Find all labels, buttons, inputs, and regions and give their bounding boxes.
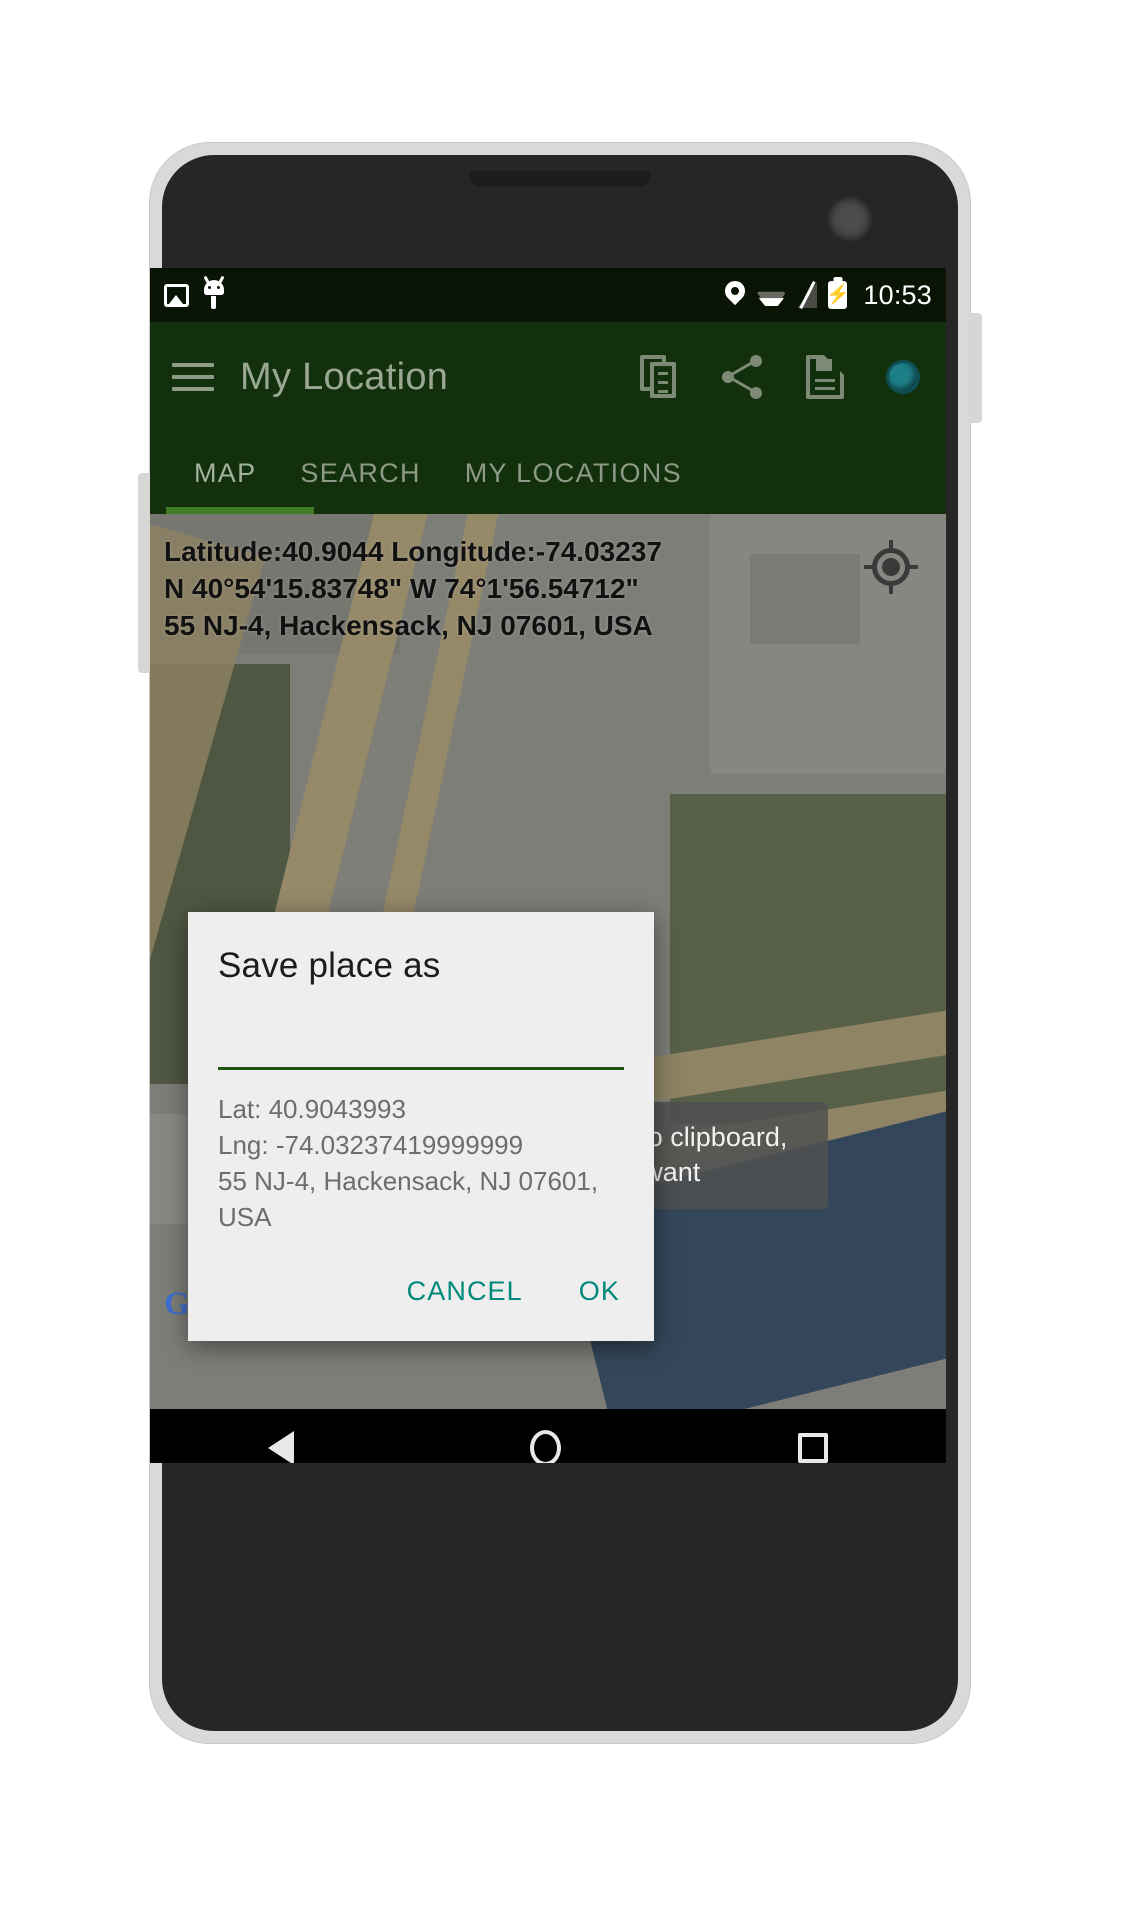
wifi-icon xyxy=(756,284,787,306)
status-bar-left xyxy=(164,275,225,310)
location-pin-icon xyxy=(721,276,750,309)
dialog-address: 55 NJ-4, Hackensack, NJ 07601, USA xyxy=(218,1165,599,1232)
tab-indicator xyxy=(166,507,314,514)
dialog-lng: Lng: -74.03237419999999 xyxy=(218,1129,524,1160)
image-icon xyxy=(164,283,189,307)
android-icon xyxy=(203,275,225,310)
dialog-lat: Lat: 40.9043993 xyxy=(218,1094,406,1124)
dialog-button-row: CANCEL OK xyxy=(188,1236,654,1341)
share-icon[interactable] xyxy=(720,355,764,399)
status-bar: ⚡ 10:53 xyxy=(150,268,946,322)
dialog-input-wrapper xyxy=(188,986,654,1070)
status-bar-right: ⚡ 10:53 xyxy=(721,276,932,311)
app-bar: My Location xyxy=(150,322,946,432)
tab-search[interactable]: SEARCH xyxy=(278,458,442,489)
target-icon[interactable] xyxy=(886,360,920,394)
tab-bar: MAP SEARCH MY LOCATIONS xyxy=(150,432,946,514)
app-bar-actions xyxy=(640,355,924,399)
navigation-bar xyxy=(150,1409,946,1463)
phone-device: ⚡ 10:53 My Location MAP SEARCH MY LOCATI… xyxy=(138,143,982,1743)
power-button[interactable] xyxy=(968,313,982,423)
battery-charging-icon: ⚡ xyxy=(826,281,850,309)
dialog-location-details: Lat: 40.9043993 Lng: -74.03237419999999 … xyxy=(188,1070,654,1236)
home-button[interactable] xyxy=(530,1430,562,1463)
recents-button[interactable] xyxy=(797,1433,828,1463)
no-signal-icon xyxy=(797,280,818,310)
dialog-title: Save place as xyxy=(218,946,441,985)
earpiece-speaker xyxy=(470,171,650,187)
page-title: My Location xyxy=(240,355,449,398)
back-button[interactable] xyxy=(268,1431,295,1463)
tab-map[interactable]: MAP xyxy=(172,458,278,489)
phone-screen: ⚡ 10:53 My Location MAP SEARCH MY LOCATI… xyxy=(150,268,946,1463)
save-place-dialog: Save place as Lat: 40.9043993 Lng: -74.0… xyxy=(188,912,654,1341)
front-camera xyxy=(828,197,872,241)
hamburger-menu-icon[interactable] xyxy=(172,355,214,399)
cancel-button[interactable]: CANCEL xyxy=(407,1276,523,1307)
place-name-input[interactable] xyxy=(218,1032,624,1070)
tab-my-locations[interactable]: MY LOCATIONS xyxy=(443,458,704,489)
copy-icon[interactable] xyxy=(640,355,678,399)
status-time: 10:53 xyxy=(863,279,932,310)
save-icon[interactable] xyxy=(806,355,844,399)
ok-button[interactable]: OK xyxy=(579,1276,620,1307)
map-canvas[interactable]: Latitude:40.9044 Longitude:-74.03237 N 4… xyxy=(150,514,946,1409)
